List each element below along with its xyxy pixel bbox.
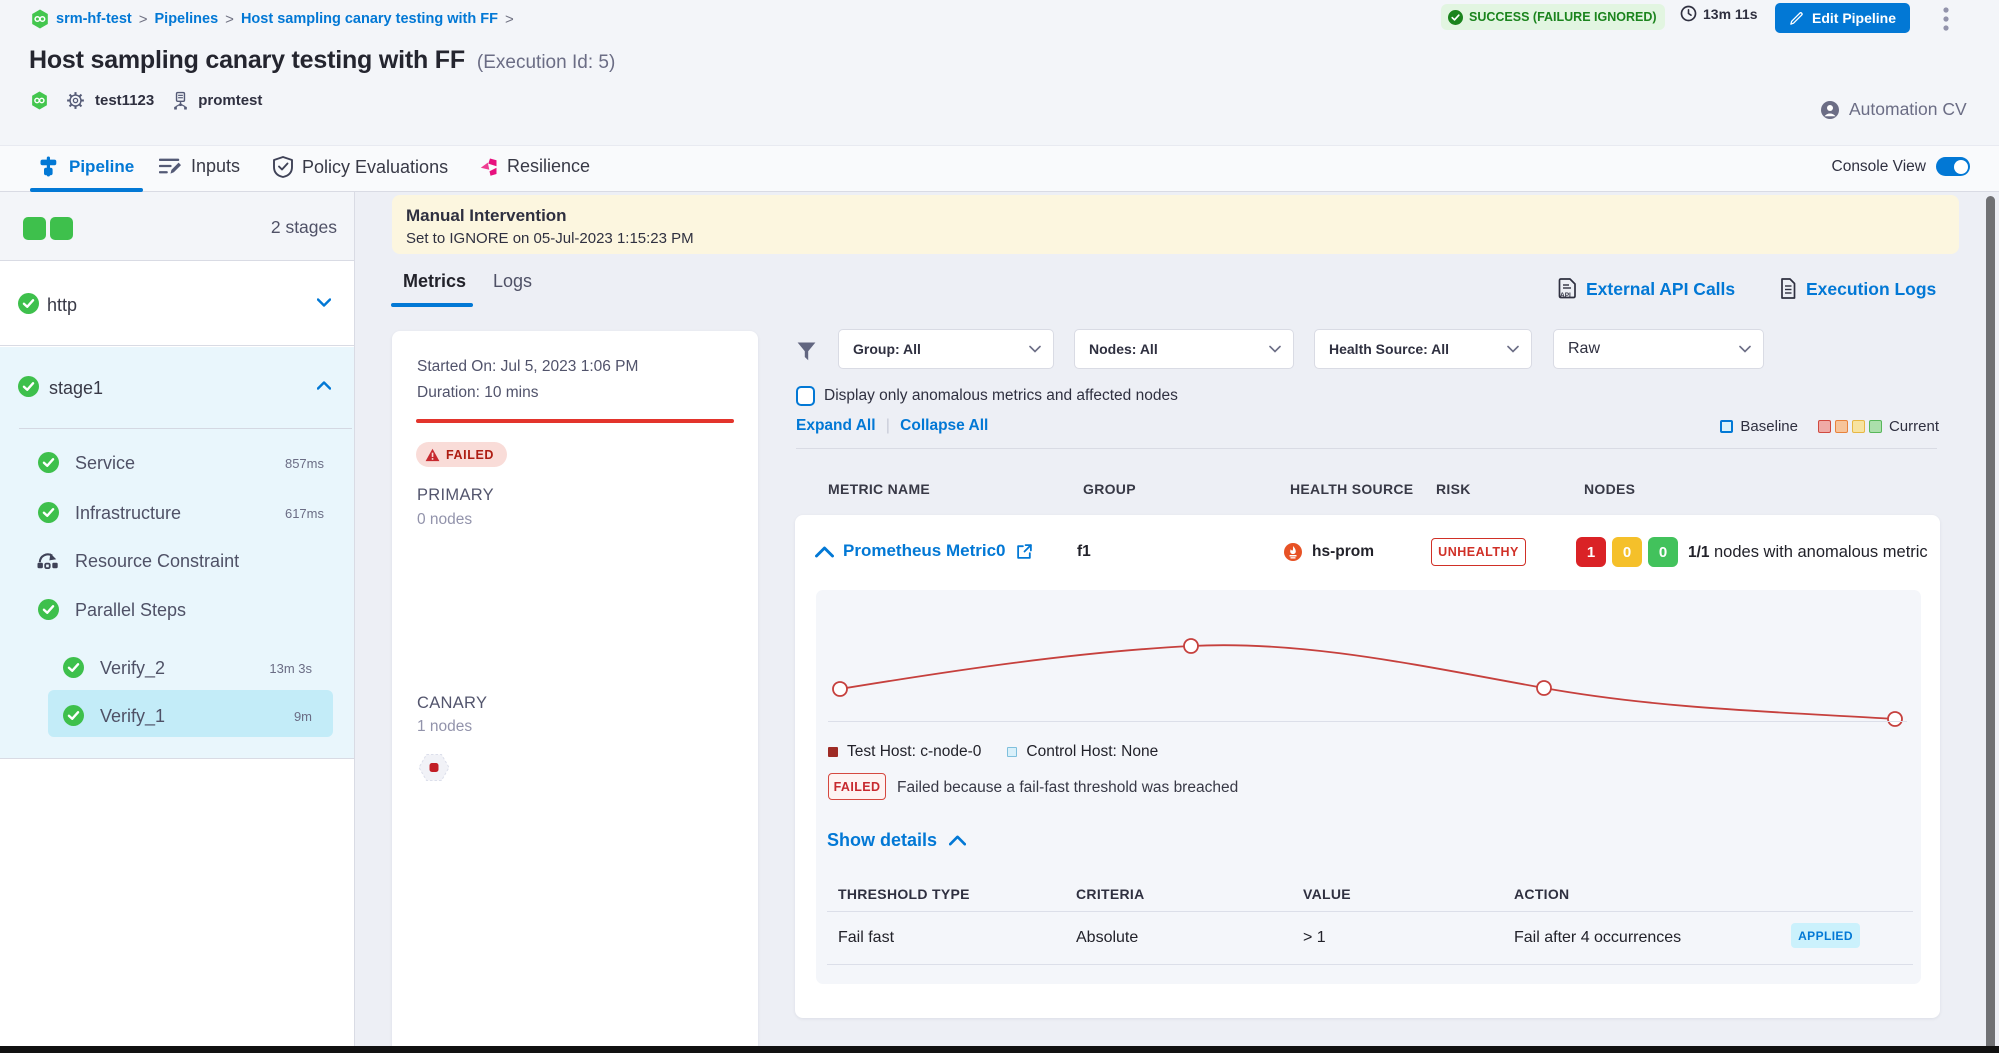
svg-text:API: API (1560, 292, 1571, 299)
